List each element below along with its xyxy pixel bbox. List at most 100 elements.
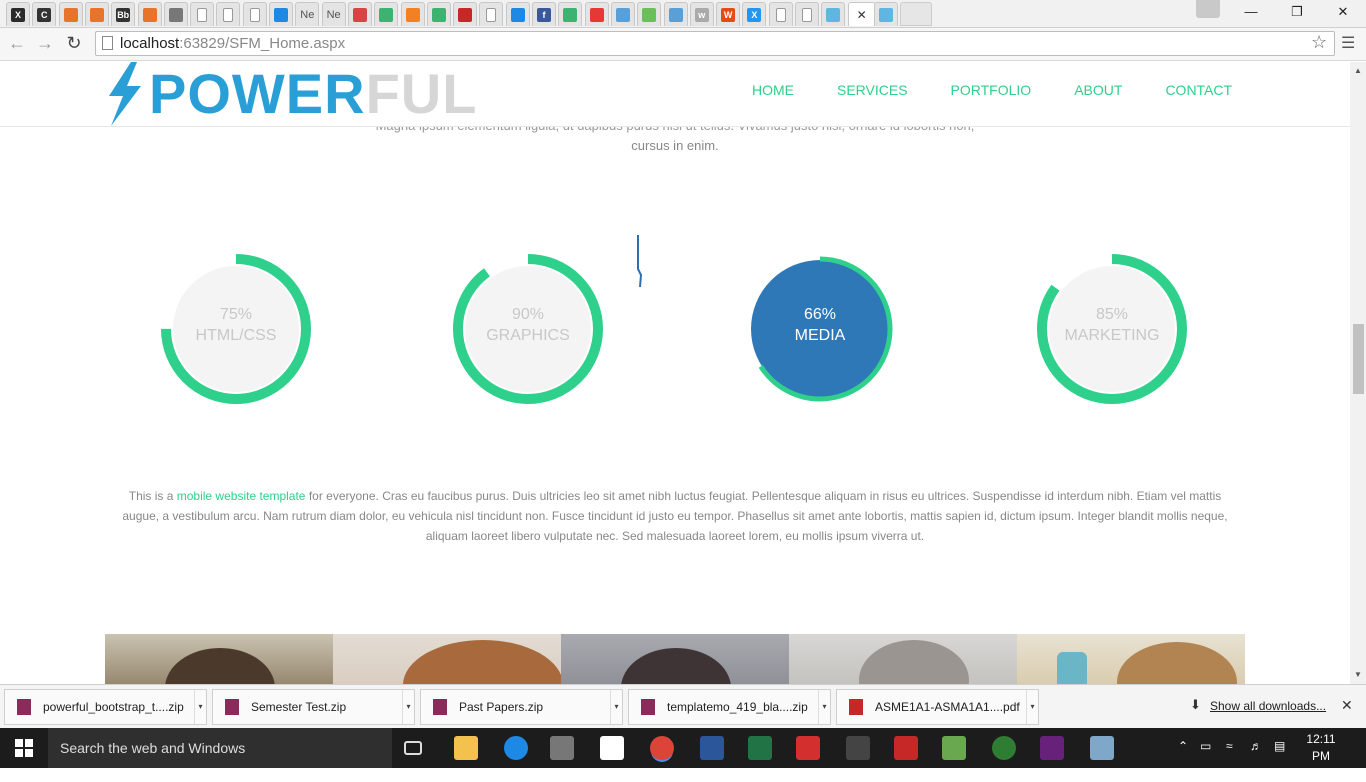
browser-tab[interactable]: [190, 2, 215, 26]
minimize-button[interactable]: —: [1228, 0, 1274, 24]
browser-tab[interactable]: [584, 2, 609, 26]
volume-icon[interactable]: ♬: [1250, 739, 1262, 753]
start-button[interactable]: [0, 728, 48, 768]
nav-portfolio[interactable]: PORTFOLIO: [951, 82, 1032, 98]
browser-tab[interactable]: [637, 2, 662, 26]
site-logo[interactable]: POWERFUL: [105, 62, 477, 126]
globe-icon[interactable]: [992, 736, 1016, 760]
acrobat-icon[interactable]: [796, 736, 820, 760]
browser-tab[interactable]: [400, 2, 425, 26]
browser-tab[interactable]: Ne: [321, 2, 346, 26]
skill-circle[interactable]: 66% MEDIA: [744, 253, 896, 405]
reload-icon[interactable]: ↻: [63, 33, 85, 54]
notepad-icon[interactable]: [942, 736, 966, 760]
profile-button[interactable]: [1196, 0, 1220, 18]
download-item[interactable]: templatemo_419_bla....zip ▾: [628, 689, 831, 725]
show-all-downloads-link[interactable]: Show all downloads...: [1210, 699, 1326, 713]
download-menu-arrow-icon[interactable]: ▾: [818, 690, 830, 724]
nav-home[interactable]: HOME: [752, 82, 794, 98]
browser-tab[interactable]: [663, 2, 688, 26]
browser-tab[interactable]: f: [532, 2, 556, 26]
browser-tab[interactable]: [269, 2, 293, 26]
skill-circle[interactable]: 90% GRAPHICS: [452, 253, 604, 405]
page-scrollbar[interactable]: ▲ ▼: [1350, 62, 1366, 684]
browser-tab[interactable]: w: [689, 2, 714, 26]
camera-icon[interactable]: [600, 736, 624, 760]
file-explorer-icon[interactable]: [454, 736, 478, 760]
template-link[interactable]: mobile website template: [177, 489, 306, 503]
task-view-icon[interactable]: [404, 741, 422, 755]
download-item[interactable]: Semester Test.zip ▾: [212, 689, 415, 725]
browser-tab[interactable]: [58, 2, 83, 26]
browser-tab[interactable]: [505, 2, 530, 26]
word-icon[interactable]: [700, 736, 724, 760]
battery-icon[interactable]: ▭: [1200, 739, 1211, 753]
forward-icon[interactable]: →: [34, 33, 56, 54]
close-window-button[interactable]: ✕: [1320, 0, 1366, 24]
wifi-icon[interactable]: ≈: [1226, 739, 1233, 753]
download-menu-arrow-icon[interactable]: ▾: [194, 690, 206, 724]
browser-tab[interactable]: [558, 2, 583, 26]
scroll-down-arrow-icon[interactable]: ▼: [1354, 670, 1362, 679]
paint-icon[interactable]: [1090, 736, 1114, 760]
browser-tab[interactable]: [347, 2, 372, 26]
browser-tab[interactable]: [216, 2, 241, 26]
terminal-icon[interactable]: [846, 736, 870, 760]
browser-tab[interactable]: X: [742, 2, 767, 26]
close-tab-icon[interactable]: ✕: [857, 8, 867, 22]
browser-tab[interactable]: [795, 2, 819, 26]
download-menu-arrow-icon[interactable]: ▾: [1026, 690, 1038, 724]
browser-tab[interactable]: [242, 2, 267, 26]
browser-tab[interactable]: [453, 2, 478, 26]
new-tab-button[interactable]: [900, 2, 933, 26]
store-icon[interactable]: [550, 736, 574, 760]
visual-studio-icon[interactable]: [1040, 736, 1064, 760]
scroll-up-arrow-icon[interactable]: ▲: [1354, 66, 1362, 75]
download-menu-arrow-icon[interactable]: ▾: [402, 690, 414, 724]
browser-tab[interactable]: [84, 2, 109, 26]
portfolio-photo[interactable]: [333, 634, 561, 684]
scroll-thumb[interactable]: [1353, 324, 1364, 394]
browser-tab[interactable]: [163, 2, 188, 26]
close-downloads-icon[interactable]: ✕: [1341, 697, 1353, 714]
browser-tab[interactable]: [610, 2, 635, 26]
download-item[interactable]: powerful_bootstrap_t....zip ▾: [4, 689, 207, 725]
nav-services[interactable]: SERVICES: [837, 82, 908, 98]
browser-tab[interactable]: [873, 2, 898, 26]
browser-tab[interactable]: Ne: [295, 2, 320, 26]
back-icon[interactable]: ←: [6, 33, 28, 54]
taskbar-clock[interactable]: 12:11 PM 9/5/2016: [1296, 731, 1346, 782]
portfolio-photo[interactable]: [105, 634, 333, 684]
browser-tab[interactable]: [821, 2, 846, 26]
portfolio-photo[interactable]: [561, 634, 789, 684]
restore-button[interactable]: ❐: [1274, 0, 1320, 24]
notifications-icon[interactable]: ▤: [1274, 739, 1285, 753]
download-item[interactable]: ASME1A1-ASMA1A1....pdf ▾: [836, 689, 1039, 725]
skill-circle[interactable]: 85% MARKETING: [1036, 253, 1188, 405]
browser-tab[interactable]: Bb: [111, 2, 136, 26]
download-menu-arrow-icon[interactable]: ▾: [610, 690, 622, 724]
browser-tab[interactable]: [479, 2, 504, 26]
browser-tab[interactable]: X: [6, 2, 30, 26]
nav-contact[interactable]: CONTACT: [1165, 82, 1232, 98]
download-item[interactable]: Past Papers.zip ▾: [420, 689, 623, 725]
chrome-icon[interactable]: [650, 736, 674, 760]
browser-tab[interactable]: [137, 2, 162, 26]
portfolio-photo[interactable]: [1017, 634, 1245, 684]
taskbar-search[interactable]: Search the web and Windows: [48, 728, 392, 768]
edge-icon[interactable]: [504, 736, 528, 760]
browser-tab[interactable]: W: [716, 2, 741, 26]
active-tab[interactable]: ✕: [847, 2, 876, 26]
show-hidden-icons-icon[interactable]: ⌃: [1178, 739, 1188, 753]
app-icon[interactable]: [894, 736, 918, 760]
address-bar[interactable]: localhost:63829/SFM_Home.aspx: [95, 31, 1335, 56]
bookmark-star-icon[interactable]: ☆: [1311, 32, 1327, 53]
excel-icon[interactable]: [748, 736, 772, 760]
browser-tab[interactable]: [426, 2, 451, 26]
chrome-menu-icon[interactable]: ☰: [1341, 33, 1355, 53]
nav-about[interactable]: ABOUT: [1074, 82, 1122, 98]
portfolio-photo[interactable]: [789, 634, 1017, 684]
skill-circle[interactable]: 75% HTML/CSS: [160, 253, 312, 405]
browser-tab[interactable]: [374, 2, 399, 26]
browser-tab[interactable]: [768, 2, 793, 26]
